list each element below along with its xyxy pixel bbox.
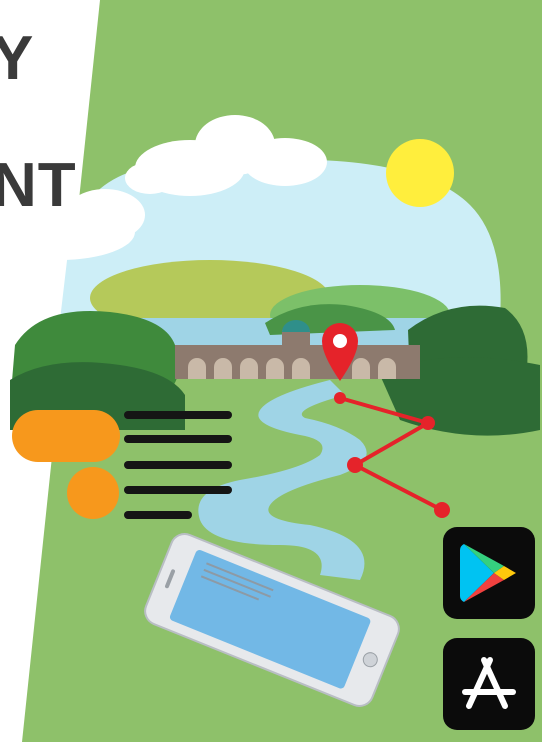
sun [386, 139, 454, 207]
google-play-icon [460, 544, 516, 602]
landscape-illustration [0, 0, 542, 742]
headline-line-1: Y [0, 24, 35, 93]
headline-line-2: NT [0, 151, 77, 220]
orange-dot [67, 467, 119, 519]
promo-banner: Y NT [0, 0, 542, 742]
app-store-icon [462, 657, 516, 709]
google-play-button[interactable] [443, 527, 535, 619]
orange-pill [12, 410, 120, 462]
app-store-button[interactable] [443, 638, 535, 730]
